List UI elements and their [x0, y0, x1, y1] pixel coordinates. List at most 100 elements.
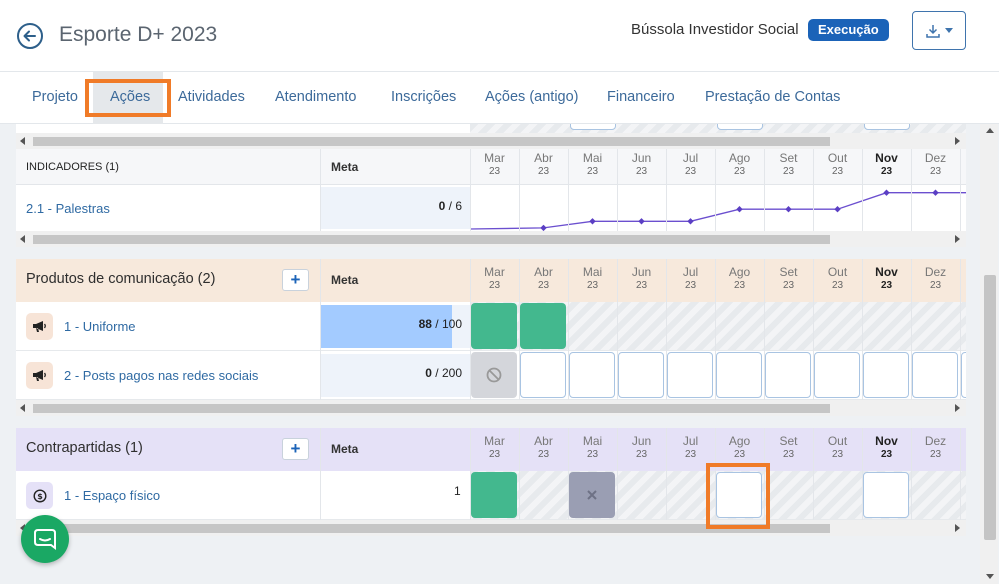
month-cell-empty[interactable] — [912, 352, 958, 398]
arrow-left-icon — [23, 30, 36, 42]
produto-label[interactable]: 2 - Posts pagos nas redes sociais — [64, 368, 258, 383]
indicator-meta: 0 / 6 — [320, 187, 470, 229]
tab-inscricoes[interactable]: Inscrições — [391, 89, 456, 105]
indicator-label[interactable]: 2.1 - Palestras — [26, 201, 110, 216]
month-header: Jul 23 — [682, 151, 699, 177]
scroll-right-icon[interactable] — [955, 235, 960, 243]
meta-header: Meta — [331, 160, 359, 174]
scrollbar-thumb[interactable] — [33, 404, 830, 413]
month-header: Abr 23 — [534, 434, 553, 460]
trend-point — [638, 218, 645, 225]
trend-point — [589, 218, 596, 225]
scroll-left-icon[interactable] — [20, 235, 25, 243]
month-cell-empty[interactable] — [667, 352, 713, 398]
horizontal-scrollbar[interactable] — [16, 520, 966, 536]
export-button[interactable] — [912, 11, 966, 50]
vertical-scrollbar-thumb[interactable] — [984, 275, 996, 540]
trend-line — [470, 192, 966, 230]
column-separator — [568, 149, 569, 231]
scroll-right-icon[interactable] — [955, 137, 960, 145]
month-cell-empty[interactable] — [716, 352, 762, 398]
contrapartida-label[interactable]: 1 - Espaço físico — [64, 488, 160, 503]
month-header: Dez 23 — [924, 434, 947, 460]
month-cell-done[interactable] — [520, 303, 566, 349]
month-header: Out 23 — [827, 434, 848, 460]
scroll-left-icon[interactable] — [20, 137, 25, 145]
column-separator — [813, 149, 814, 231]
month-header: Jun 23 — [631, 434, 652, 460]
month-header: Jul 23 — [682, 265, 699, 291]
month-cell-empty[interactable] — [814, 352, 860, 398]
column-separator — [470, 149, 471, 231]
column-separator — [320, 428, 321, 520]
scroll-right-icon[interactable] — [955, 524, 960, 532]
column-separator — [960, 149, 961, 231]
month-cell-empty[interactable] — [863, 352, 909, 398]
month-cell-empty[interactable] — [765, 352, 811, 398]
month-cell-cancelled[interactable] — [569, 472, 615, 518]
tab-projeto[interactable]: Projeto — [32, 89, 78, 105]
month-header: Jul 23 — [682, 434, 699, 460]
indicator-meta-value: 0 / 6 — [438, 199, 462, 213]
column-separator — [764, 259, 765, 400]
column-separator — [568, 259, 569, 400]
scrollbar-thumb[interactable] — [33, 235, 830, 244]
month-cell-done[interactable] — [471, 303, 517, 349]
produto-meta-value: 88 / 100 — [418, 317, 462, 331]
column-separator — [813, 259, 814, 400]
month-header: Ago 23 — [728, 265, 751, 291]
month-header: Set 23 — [779, 151, 798, 177]
month-header: Mai 23 — [582, 151, 603, 177]
month-cell-empty[interactable] — [520, 352, 566, 398]
column-separator — [320, 259, 321, 400]
chat-icon — [34, 529, 56, 550]
meta-header: Meta — [331, 442, 359, 456]
scroll-down-icon[interactable] — [986, 574, 994, 579]
scroll-up-icon[interactable] — [986, 128, 994, 133]
tab-financeiro[interactable]: Financeiro — [607, 89, 675, 105]
scroll-right-icon[interactable] — [955, 404, 960, 412]
ban-icon — [486, 367, 502, 383]
column-separator — [320, 149, 321, 231]
contrapartidas-title: Contrapartidas (1) — [26, 440, 143, 456]
horizontal-scrollbar[interactable] — [16, 400, 966, 416]
status-badge: Execução — [808, 19, 889, 41]
tab-acoes-antigo[interactable]: Ações (antigo) — [485, 89, 579, 105]
month-header: Ago 23 — [728, 434, 751, 460]
trend-point — [932, 189, 939, 196]
column-separator — [666, 149, 667, 231]
column-separator — [470, 428, 471, 520]
column-separator — [911, 428, 912, 520]
scrollbar-thumb[interactable] — [33, 137, 830, 146]
tab-prestacao-de-contas[interactable]: Prestação de Contas — [705, 89, 840, 105]
month-header: Nov 23 — [875, 265, 898, 291]
produto-meta-value: 0 / 200 — [425, 366, 462, 380]
chat-button[interactable] — [21, 515, 69, 563]
tab-atendimento[interactable]: Atendimento — [275, 89, 356, 105]
month-cell-empty[interactable] — [618, 352, 664, 398]
month-cell-empty[interactable] — [863, 472, 909, 518]
month-cell-done[interactable] — [471, 472, 517, 518]
back-button[interactable] — [17, 23, 43, 49]
column-separator — [666, 428, 667, 520]
previous-row-cell — [717, 124, 763, 130]
tab-atividades[interactable]: Atividades — [178, 89, 245, 105]
month-cell-blocked[interactable] — [471, 352, 517, 398]
column-separator — [617, 259, 618, 400]
column-separator — [519, 259, 520, 400]
column-separator — [911, 149, 912, 231]
month-cell-empty[interactable] — [569, 352, 615, 398]
column-separator — [617, 149, 618, 231]
add-contrapartida-button[interactable]: + — [282, 438, 309, 460]
add-produto-button[interactable]: + — [282, 269, 309, 291]
month-header: Set 23 — [779, 434, 798, 460]
month-cell-empty[interactable] — [961, 352, 966, 398]
column-separator — [666, 259, 667, 400]
scroll-left-icon[interactable] — [20, 404, 25, 412]
megaphone-icon — [26, 313, 53, 340]
produto-label[interactable]: 1 - Uniforme — [64, 319, 136, 334]
horizontal-scrollbar[interactable] — [16, 231, 966, 247]
produtos-title: Produtos de comunicação (2) — [26, 271, 216, 287]
month-header: Ago 23 — [728, 151, 751, 177]
horizontal-scrollbar[interactable] — [16, 133, 966, 149]
